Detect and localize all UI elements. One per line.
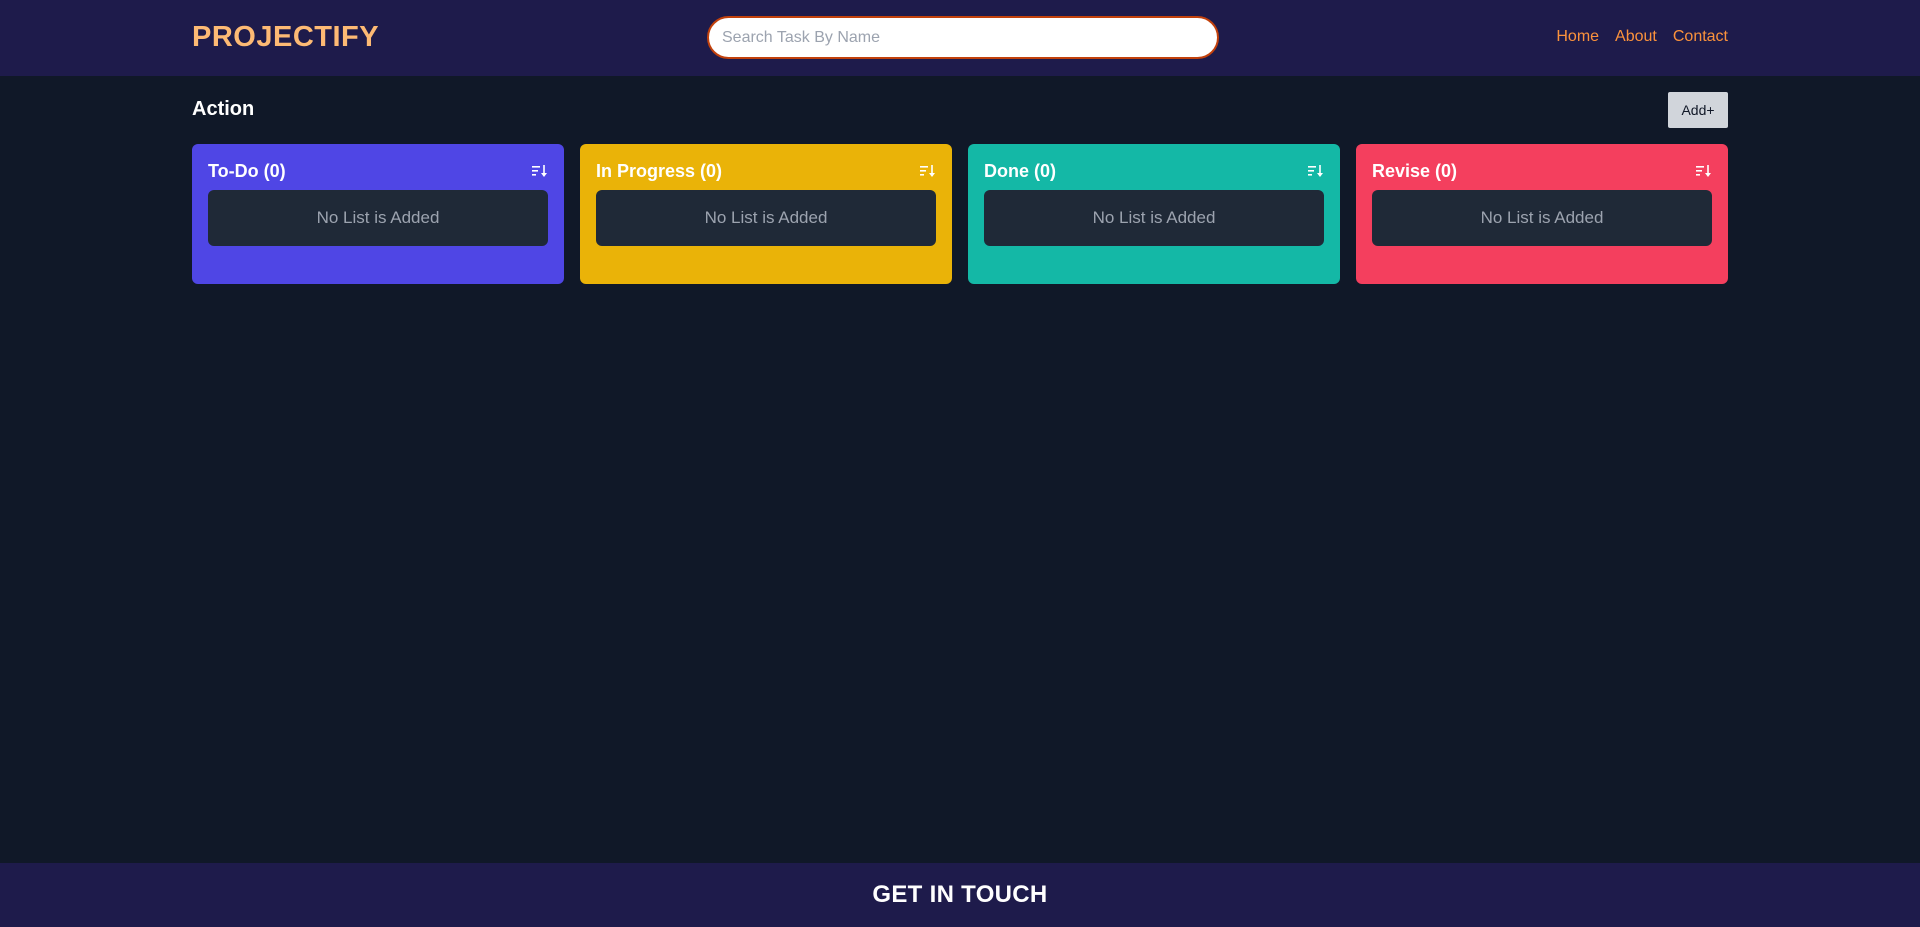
column-in-progress: In Progress (0) No List is Added: [580, 144, 952, 284]
empty-list-message: No List is Added: [208, 190, 548, 246]
page: PROJECTIFY Home About Contact Action Add…: [0, 0, 1920, 927]
footer: GET IN TOUCH: [0, 863, 1920, 927]
column-header: Done (0): [984, 160, 1324, 182]
empty-list-message: No List is Added: [984, 190, 1324, 246]
task-columns: To-Do (0) No List is Added In Progress (…: [192, 144, 1728, 284]
column-header: To-Do (0): [208, 160, 548, 182]
column-title: Done (0): [984, 160, 1056, 181]
column-title: In Progress (0): [596, 160, 723, 181]
column-done: Done (0) No List is Added: [968, 144, 1340, 284]
footer-title: GET IN TOUCH: [872, 881, 1048, 908]
nav-link-about[interactable]: About: [1615, 28, 1657, 46]
sort-icon[interactable]: [532, 164, 548, 178]
sort-icon[interactable]: [1696, 164, 1712, 178]
add-task-button[interactable]: Add+: [1668, 92, 1728, 128]
column-header: In Progress (0): [596, 160, 936, 182]
sort-icon[interactable]: [920, 164, 936, 178]
column-title: To-Do (0): [208, 160, 286, 181]
section-title: Action: [192, 98, 255, 120]
nav-link-home[interactable]: Home: [1556, 28, 1599, 46]
empty-list-message: No List is Added: [596, 190, 936, 246]
column-title: Revise (0): [1372, 160, 1458, 181]
main-nav: Home About Contact: [1556, 28, 1728, 46]
column-revise: Revise (0) No List is Added: [1356, 144, 1728, 284]
nav-link-contact[interactable]: Contact: [1673, 28, 1728, 46]
column-header: Revise (0): [1372, 160, 1712, 182]
empty-list-message: No List is Added: [1372, 190, 1712, 246]
top-header: PROJECTIFY Home About Contact: [0, 0, 1920, 76]
search-input[interactable]: [707, 16, 1219, 59]
sort-icon[interactable]: [1308, 164, 1324, 178]
column-todo: To-Do (0) No List is Added: [192, 144, 564, 284]
logo[interactable]: PROJECTIFY: [192, 21, 379, 54]
